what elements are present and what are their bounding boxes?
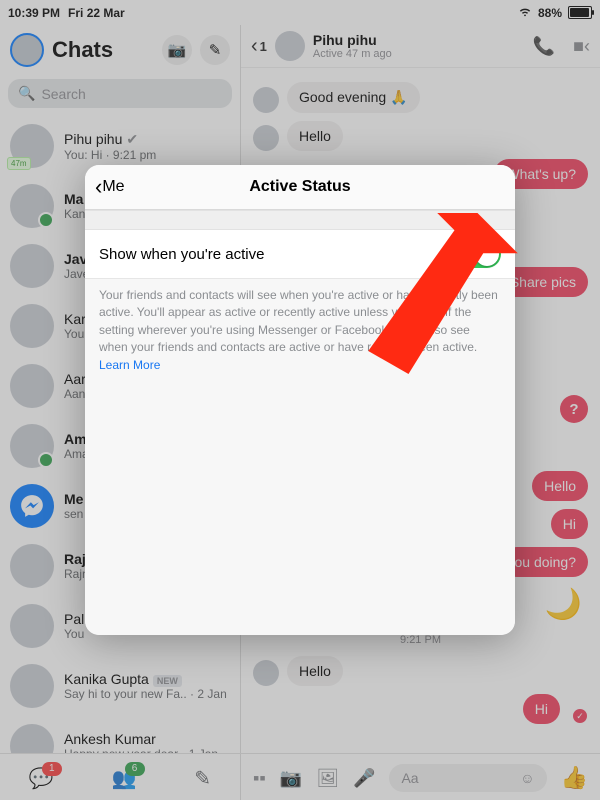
modal-overlay[interactable]: ‹Me Active Status Show when you're activ…: [0, 0, 600, 800]
setting-description: Your friends and contacts will see when …: [85, 279, 515, 382]
app-root: 10:39 PM Fri 22 Mar 88% Chats 📷 ✎ 🔍 Sear…: [0, 0, 600, 800]
active-status-modal: ‹Me Active Status Show when you're activ…: [85, 165, 515, 635]
active-status-toggle[interactable]: [453, 240, 501, 268]
learn-more-link[interactable]: Learn More: [99, 358, 160, 372]
active-toggle-row[interactable]: Show when you're active: [85, 230, 515, 279]
modal-back-button[interactable]: ‹Me: [85, 174, 135, 200]
chevron-left-icon: ‹: [95, 174, 102, 200]
toggle-label: Show when you're active: [99, 246, 264, 263]
modal-title: Active Status: [85, 178, 515, 196]
